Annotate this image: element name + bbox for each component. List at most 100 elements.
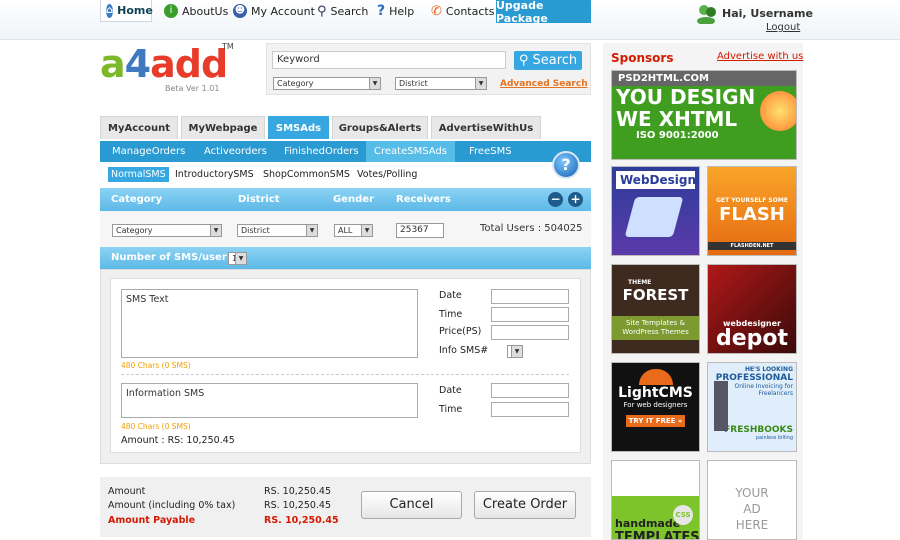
businessman-icon: [714, 381, 728, 431]
trademark: TM: [222, 42, 234, 51]
logout-link[interactable]: Logout: [766, 22, 800, 33]
chevron-down-icon: ▼: [235, 253, 246, 264]
nav-my-account[interactable]: ☻ My Account: [233, 0, 315, 22]
filter-district-select[interactable]: District ▼: [237, 224, 318, 237]
amount-value: RS. 10,250.45: [264, 486, 332, 497]
cancel-button[interactable]: Cancel: [361, 491, 462, 519]
information-sms-area[interactable]: Information SMS: [121, 383, 418, 418]
ad-handmade-templates[interactable]: CSS handmade TEMPLATES: [611, 460, 700, 540]
logo[interactable]: a4add: [100, 44, 228, 84]
ad-lightcms[interactable]: LightCMS For web designers TRY IT FREE »: [611, 362, 700, 452]
ad-psd2html[interactable]: PSD2HTML.COM YOU DESIGN WE XHTML ISO 900…: [611, 70, 797, 160]
district-select[interactable]: District ▼: [395, 77, 487, 90]
info-sms-label: Info SMS#: [439, 345, 489, 356]
home-icon: ⌂: [106, 3, 114, 18]
sms-count-select[interactable]: 1▼: [228, 252, 247, 265]
ad-themeforest[interactable]: THEME FOREST Site Templates & WordPress T…: [611, 264, 700, 354]
date-label: Date: [439, 290, 462, 301]
ad-flashden[interactable]: GET YOURSELF SOME FLASH FLASHDEN.NET: [707, 166, 797, 256]
date-input[interactable]: [491, 383, 569, 398]
header-district: District: [238, 194, 280, 205]
beta-version: Beta Ver 1.01: [165, 84, 220, 93]
ad-freshbooks[interactable]: HE'S LOOKING PROFESSIONAL Online Invoici…: [707, 362, 797, 452]
gender-select[interactable]: ALL ▼: [334, 224, 373, 237]
nav-about[interactable]: i AboutUs: [164, 0, 228, 22]
magnifier-icon: ⚲: [317, 3, 327, 19]
ad-webdesignerdepot[interactable]: webdesigner depot: [707, 264, 797, 354]
header-category: Category: [111, 194, 163, 205]
chevron-down-icon: ▼: [361, 225, 372, 236]
keyword-input[interactable]: Keyword: [272, 51, 506, 69]
advanced-search-link[interactable]: Advanced Search: [500, 79, 588, 89]
sms-text-area[interactable]: SMS Text: [121, 289, 418, 358]
search-icon: ⚲: [518, 53, 533, 68]
sponsors-title: Sponsors: [611, 51, 674, 65]
total-users: Total Users : 504025: [480, 223, 583, 234]
subtab-normalsms[interactable]: NormalSMS: [108, 167, 169, 182]
book-icon: [624, 197, 684, 237]
amount-payable-label: Amount Payable: [108, 515, 196, 526]
char-counter: 480 Chars (0 SMS): [121, 361, 191, 370]
tab-advertisewithus[interactable]: AdvertiseWithUs: [431, 116, 541, 139]
ad-placeholder[interactable]: YOUR AD HERE: [707, 460, 797, 540]
chevron-down-icon: ▼: [306, 225, 317, 236]
subtab-shopcommonsms[interactable]: ShopCommonSMS: [260, 167, 353, 182]
subtab-votes-polling[interactable]: Votes/Polling: [354, 167, 420, 182]
sms-count-label: Number of SMS/user: [111, 252, 227, 263]
plus-icon[interactable]: +: [568, 192, 583, 207]
amount-label: Amount: [108, 486, 146, 497]
question-icon: ?: [377, 3, 386, 19]
nav-search[interactable]: ⚲ Search: [317, 0, 368, 22]
tab-myaccount[interactable]: MyAccount: [100, 116, 178, 139]
time-input[interactable]: [491, 402, 569, 417]
subtab-createsmsads[interactable]: CreateSMSAds: [366, 141, 455, 162]
nav-contacts[interactable]: ✆ Contacts: [431, 0, 494, 22]
ad-webdesigners[interactable]: WebDesigners: [611, 166, 700, 256]
time-label: Time: [439, 309, 463, 320]
advertise-link[interactable]: Advertise with us: [717, 51, 803, 62]
price-input[interactable]: [491, 325, 569, 340]
subtab-finishedorders[interactable]: FinishedOrders: [278, 141, 365, 162]
upgrade-package-button[interactable]: Upgade Package: [496, 0, 591, 25]
amount-tax-value: RS. 10,250.45: [264, 500, 332, 511]
chevron-down-icon: ▼: [511, 346, 522, 357]
chevron-down-icon: ▼: [475, 78, 486, 89]
date-label: Date: [439, 385, 462, 396]
create-order-button[interactable]: Create Order: [474, 491, 576, 519]
subtab-manageorders[interactable]: ManageOrders: [106, 141, 191, 162]
help-icon[interactable]: ?: [552, 151, 580, 179]
minus-icon[interactable]: −: [548, 192, 563, 207]
user-icon: ☻: [233, 4, 247, 18]
amount-text: Amount : RS: 10,250.45: [121, 435, 235, 446]
user-greeting: Hai, Username: [722, 7, 813, 20]
tab-smsads[interactable]: SMSAds: [268, 116, 329, 139]
subtab-freesms[interactable]: FreeSMS: [463, 141, 518, 162]
chevron-down-icon: ▼: [210, 225, 221, 236]
header-gender: Gender: [333, 194, 374, 205]
amount-payable-value: RS. 10,250.45: [264, 515, 339, 526]
flower-icon: [760, 91, 796, 131]
chevron-down-icon: ▼: [369, 78, 380, 89]
receivers-input[interactable]: 25367: [396, 223, 444, 238]
subtab-introductorysms[interactable]: IntroductorySMS: [172, 167, 257, 182]
amount-tax-label: Amount (including 0% tax): [108, 500, 236, 511]
nav-help[interactable]: ? Help: [377, 0, 414, 22]
nav-home[interactable]: ⌂ Home: [100, 0, 153, 22]
time-input[interactable]: [491, 307, 569, 322]
price-label: Price(PS): [439, 326, 482, 337]
subtab-activeorders[interactable]: Activeorders: [198, 141, 273, 162]
tab-mywebpage[interactable]: MyWebpage: [181, 116, 265, 139]
search-button[interactable]: ⚲ Search: [514, 51, 582, 70]
filter-category-select[interactable]: Category ▼: [112, 224, 222, 237]
divider: [121, 374, 569, 375]
phone-icon: ✆: [431, 3, 442, 19]
info-sms-select[interactable]: ▼: [507, 345, 523, 358]
info-icon: i: [164, 4, 178, 18]
time-label: Time: [439, 404, 463, 415]
tab-groups-alerts[interactable]: Groups&Alerts: [332, 116, 428, 139]
date-input[interactable]: [491, 289, 569, 304]
header-receivers: Receivers: [396, 194, 451, 205]
category-select[interactable]: Category ▼: [273, 77, 381, 90]
users-icon: [696, 4, 718, 25]
char-counter: 480 Chars (0 SMS): [121, 422, 191, 431]
